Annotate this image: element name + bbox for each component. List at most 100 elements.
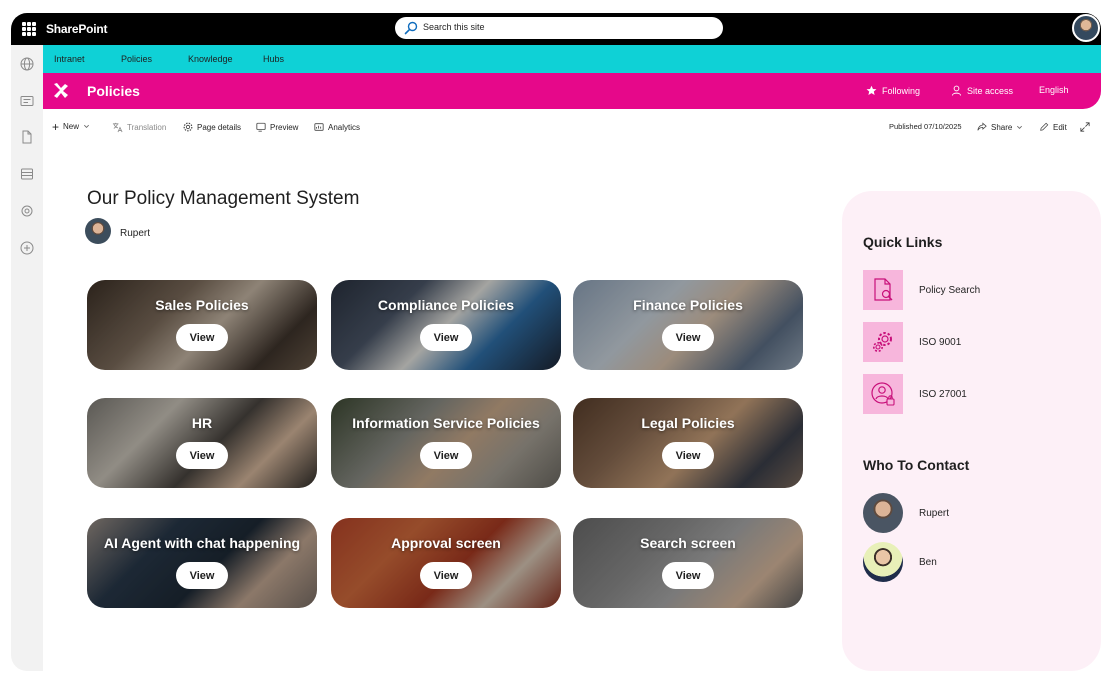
tile-approval-screen[interactable]: Approval screen View [331, 518, 561, 608]
preview-label: Preview [270, 122, 299, 132]
share-button[interactable]: Share [977, 122, 1023, 132]
app-launcher-icon[interactable] [22, 22, 36, 36]
tile-view-button[interactable]: View [176, 442, 228, 469]
tile-sales-policies[interactable]: Sales Policies View [87, 280, 317, 370]
tile-view-button[interactable]: View [420, 442, 472, 469]
tile-view-button[interactable]: View [176, 324, 228, 351]
contact-ben[interactable]: Ben [863, 542, 937, 582]
quick-link-policy-search[interactable]: Policy Search [863, 270, 1083, 310]
avatar [863, 542, 903, 582]
right-panel: Quick Links Policy Search ISO 9001 ISO 2… [842, 191, 1101, 671]
tile-title: HR [191, 415, 213, 431]
edit-label: Edit [1053, 122, 1067, 132]
chevron-down-icon [1017, 125, 1023, 129]
add-icon[interactable] [19, 240, 35, 256]
site-title[interactable]: Policies [87, 83, 140, 99]
site-access-button[interactable]: Site access [951, 85, 1013, 96]
tile-view-button[interactable]: View [662, 442, 714, 469]
person-icon [951, 85, 962, 96]
contact-name: Ben [919, 556, 937, 568]
plus-icon: + [52, 119, 60, 134]
tile-title: Sales Policies [155, 297, 249, 313]
quick-link-label: ISO 27001 [919, 388, 967, 400]
tile-search-screen[interactable]: Search screen View [573, 518, 803, 608]
quick-links-heading: Quick Links [863, 234, 943, 250]
translation-label: Translation [127, 123, 167, 132]
new-button[interactable]: + New [52, 119, 90, 134]
tile-view-button[interactable]: View [176, 562, 228, 589]
expand-button[interactable] [1080, 122, 1090, 132]
gears-icon [863, 322, 903, 362]
suite-bar: SharePoint Search this site [11, 13, 1101, 45]
document-search-icon [863, 270, 903, 310]
quick-link-label: Policy Search [919, 284, 981, 296]
site-header: Policies Following Site access English [43, 73, 1101, 109]
tile-view-button[interactable]: View [662, 324, 714, 351]
hub-nav-hubs[interactable]: Hubs [263, 54, 284, 64]
tile-view-button[interactable]: View [420, 324, 472, 351]
avatar [863, 493, 903, 533]
analytics-icon [314, 123, 324, 131]
page-details-button[interactable]: Page details [183, 122, 241, 132]
tile-hr[interactable]: HR View [87, 398, 317, 488]
page-title: Our Policy Management System [87, 188, 360, 209]
account-avatar[interactable] [1072, 14, 1100, 42]
sharepoint-brand[interactable]: SharePoint [46, 22, 108, 36]
site-search-box[interactable]: Search this site [395, 17, 723, 39]
site-logo-icon[interactable] [52, 82, 70, 100]
who-to-contact-heading: Who To Contact [863, 457, 970, 473]
quick-link-iso-27001[interactable]: ISO 27001 [863, 374, 1083, 414]
tile-ai-agent[interactable]: AI Agent with chat happening View [87, 518, 317, 608]
analytics-button[interactable]: Analytics [314, 122, 360, 132]
pencil-icon [1040, 122, 1049, 131]
tile-information-service-policies[interactable]: Information Service Policies View [331, 398, 561, 488]
tile-view-button[interactable]: View [662, 562, 714, 589]
hub-nav-policies[interactable]: Policies [121, 54, 152, 64]
tile-title: AI Agent with chat happening [103, 535, 301, 551]
expand-icon [1080, 122, 1090, 132]
list-icon[interactable] [19, 166, 35, 182]
follow-label: Following [882, 85, 921, 96]
author-avatar[interactable] [85, 218, 111, 244]
page-details-label: Page details [197, 122, 242, 132]
preview-button[interactable]: Preview [256, 122, 298, 132]
tile-title: Search screen [640, 535, 736, 551]
share-icon [977, 122, 987, 131]
tile-title: Legal Policies [641, 415, 735, 431]
chevron-down-icon [84, 124, 90, 128]
published-status: Published 07/10/2025 [889, 122, 962, 131]
app-bar [11, 45, 43, 671]
contact-rupert[interactable]: Rupert [863, 493, 949, 533]
language-selector[interactable]: English [1039, 85, 1069, 95]
sync-icon[interactable] [19, 203, 35, 219]
tile-title: Compliance Policies [377, 297, 515, 313]
preview-icon [256, 122, 266, 132]
hub-nav-intranet[interactable]: Intranet [54, 54, 85, 64]
translation-button[interactable]: Translation [112, 122, 166, 133]
globe-icon[interactable] [19, 56, 35, 72]
analytics-label: Analytics [328, 122, 361, 132]
tile-finance-policies[interactable]: Finance Policies View [573, 280, 803, 370]
translate-icon [112, 122, 123, 133]
edit-button[interactable]: Edit [1039, 122, 1067, 132]
user-lock-icon [863, 374, 903, 414]
share-label: Share [991, 122, 1013, 132]
tile-legal-policies[interactable]: Legal Policies View [573, 398, 803, 488]
news-icon[interactable] [19, 93, 35, 109]
author-name[interactable]: Rupert [120, 228, 150, 239]
hub-navigation: Intranet Policies Knowledge Hubs [43, 45, 1101, 73]
hub-nav-knowledge[interactable]: Knowledge [188, 54, 233, 64]
contact-name: Rupert [919, 507, 950, 519]
tile-title: Approval screen [391, 535, 501, 551]
tile-view-button[interactable]: View [420, 562, 472, 589]
quick-link-label: ISO 9001 [919, 336, 962, 348]
tile-title: Information Service Policies [352, 415, 540, 431]
gear-icon [183, 122, 193, 132]
search-icon [404, 21, 418, 35]
quick-link-iso-9001[interactable]: ISO 9001 [863, 322, 1083, 362]
document-icon[interactable] [19, 129, 35, 145]
site-access-label: Site access [967, 85, 1014, 96]
search-placeholder: Search this site [423, 22, 485, 32]
follow-button[interactable]: Following [866, 85, 920, 96]
tile-compliance-policies[interactable]: Compliance Policies View [331, 280, 561, 370]
